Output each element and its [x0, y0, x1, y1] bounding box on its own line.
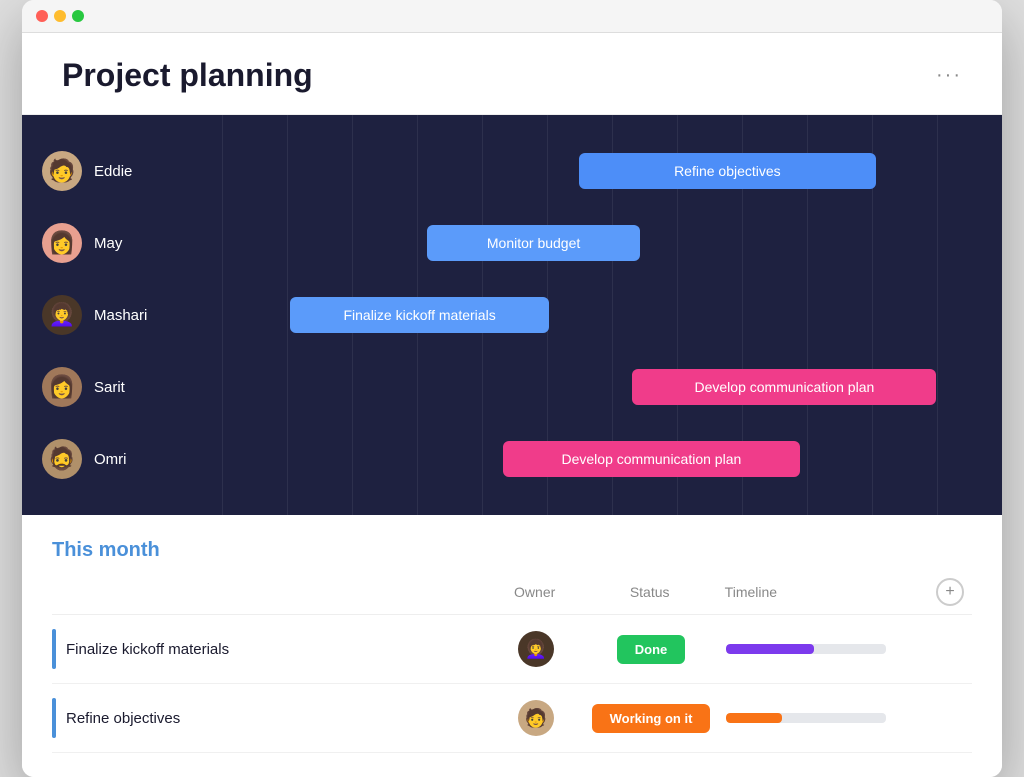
timeline-refine	[716, 713, 936, 723]
timeline-bar-container	[726, 644, 886, 654]
gantt-bar-may[interactable]: Monitor budget	[427, 225, 640, 261]
person-name-eddie: Eddie	[94, 163, 132, 180]
maximize-dot[interactable]	[72, 10, 84, 22]
gantt-bar-omri[interactable]: Develop communication plan	[503, 441, 799, 477]
row-indicator	[52, 629, 56, 669]
avatar-mashari-table: 👩‍🦱	[518, 631, 554, 667]
close-dot[interactable]	[36, 10, 48, 22]
col-header-owner: Owner	[485, 584, 585, 600]
person-name-sarit: Sarit	[94, 379, 125, 396]
avatar-may: 👩	[42, 223, 82, 263]
gantt-row-may: 👩 May Monitor budget	[22, 207, 1002, 279]
person-info-mashari: 👩‍🦱 Mashari	[42, 295, 222, 335]
gantt-bar-area-sarit: Develop communication plan	[222, 365, 982, 409]
title-bar	[22, 0, 1002, 33]
status-badge-done[interactable]: Done	[617, 635, 686, 664]
timeline-fill-purple	[726, 644, 814, 654]
person-name-mashari: Mashari	[94, 307, 147, 324]
gantt-row-eddie: 🧑 Eddie Refine objectives	[22, 135, 1002, 207]
status-badge-working[interactable]: Working on it	[592, 704, 711, 733]
more-options-button[interactable]: ···	[936, 64, 962, 87]
table-section: This month Owner Status Timeline + Final…	[22, 515, 1002, 777]
gantt-bar-area-mashari: Finalize kickoff materials	[222, 293, 982, 337]
avatar-omri: 🧔	[42, 439, 82, 479]
gantt-rows: 🧑 Eddie Refine objectives 👩 May Moni	[22, 135, 1002, 495]
gantt-bar-area-may: Monitor budget	[222, 221, 982, 265]
gantt-bar-mashari[interactable]: Finalize kickoff materials	[290, 297, 548, 333]
add-column-button[interactable]: +	[936, 578, 964, 606]
task-name-finalize: Finalize kickoff materials	[66, 641, 486, 658]
owner-finalize: 👩‍🦱	[486, 631, 586, 667]
avatar-mashari: 👩‍🦱	[42, 295, 82, 335]
timeline-bar-container-2	[726, 713, 886, 723]
gantt-row-omri: 🧔 Omri Develop communication plan	[22, 423, 1002, 495]
person-name-omri: Omri	[94, 451, 127, 468]
person-name-may: May	[94, 235, 122, 252]
col-header-timeline: Timeline	[715, 584, 936, 600]
table-row-refine: Refine objectives 🧑 Working on it	[52, 684, 972, 753]
table-row-finalize: Finalize kickoff materials 👩‍🦱 Done	[52, 615, 972, 684]
person-info-sarit: 👩 Sarit	[42, 367, 222, 407]
minimize-dot[interactable]	[54, 10, 66, 22]
person-info-eddie: 🧑 Eddie	[42, 151, 222, 191]
gantt-bar-eddie[interactable]: Refine objectives	[579, 153, 875, 189]
person-info-may: 👩 May	[42, 223, 222, 263]
timeline-fill-orange	[726, 713, 782, 723]
row-indicator-2	[52, 698, 56, 738]
page-title: Project planning	[62, 57, 313, 94]
col-header-status: Status	[585, 584, 715, 600]
gantt-bar-area-eddie: Refine objectives	[222, 149, 982, 193]
gantt-chart: 🧑 Eddie Refine objectives 👩 May Moni	[22, 115, 1002, 515]
avatar-eddie-table: 🧑	[518, 700, 554, 736]
app-window: Project planning ··· 🧑 Eddie	[22, 0, 1002, 777]
table-header: Owner Status Timeline +	[52, 578, 972, 615]
avatar-sarit: 👩	[42, 367, 82, 407]
gantt-bar-sarit[interactable]: Develop communication plan	[632, 369, 936, 405]
timeline-finalize	[716, 644, 936, 654]
gantt-row-sarit: 👩 Sarit Develop communication plan	[22, 351, 1002, 423]
page-header: Project planning ···	[22, 33, 1002, 115]
status-refine: Working on it	[586, 704, 716, 733]
section-title: This month	[52, 539, 972, 562]
task-name-refine: Refine objectives	[66, 710, 486, 727]
owner-refine: 🧑	[486, 700, 586, 736]
status-finalize: Done	[586, 635, 716, 664]
col-header-add: +	[936, 578, 972, 606]
gantt-row-mashari: 👩‍🦱 Mashari Finalize kickoff materials	[22, 279, 1002, 351]
person-info-omri: 🧔 Omri	[42, 439, 222, 479]
gantt-bar-area-omri: Develop communication plan	[222, 437, 982, 481]
avatar-eddie: 🧑	[42, 151, 82, 191]
